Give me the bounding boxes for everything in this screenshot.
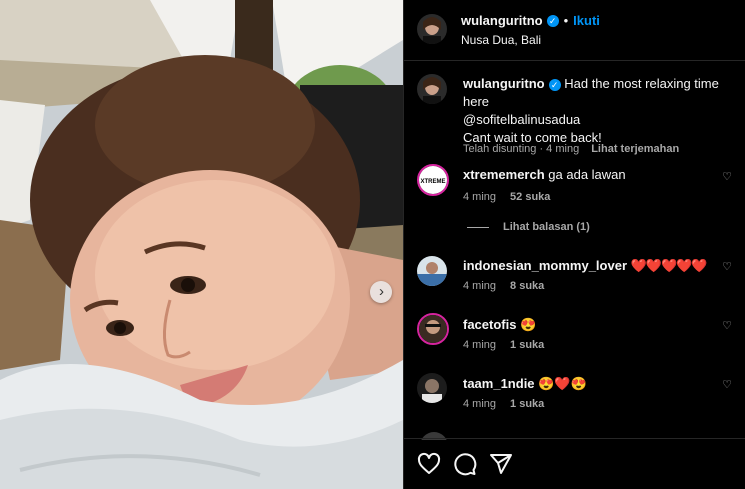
comment-body: ga ada lawan: [548, 167, 626, 182]
author-avatar[interactable]: [417, 14, 447, 44]
comment-text: xtrememerch ga ada lawan: [463, 166, 743, 184]
caption-meta: Telah disunting · 4 ming Lihat terjemahan: [463, 143, 680, 155]
replies-line: [467, 226, 489, 228]
post-photo[interactable]: ›: [0, 0, 403, 489]
comment-avatar[interactable]: [417, 373, 447, 403]
translate-link[interactable]: Lihat terjemahan: [591, 143, 679, 155]
share-icon[interactable]: [489, 452, 513, 476]
comment-meta: 4 ming 1 suka: [463, 339, 544, 351]
comment-icon[interactable]: [453, 452, 477, 476]
comment-item: indonesian_mommy_lover ❤️❤️❤️❤️❤️ 4 ming…: [404, 254, 745, 304]
chevron-right-icon: ›: [379, 282, 384, 300]
caption-item: wulanguritno ✓ Had the most relaxing time…: [404, 74, 745, 164]
view-replies-label: Lihat balasan (1): [503, 221, 590, 233]
comment-meta: 4 ming 1 suka: [463, 398, 544, 410]
comment-time[interactable]: 4 ming: [463, 398, 496, 410]
comments-list[interactable]: wulanguritno ✓ Had the most relaxing time…: [404, 62, 745, 440]
post-header: wulanguritno ✓ • Ikuti Nusa Dua, Bali: [404, 0, 745, 61]
caption-text: wulanguritno ✓ Had the most relaxing time…: [463, 75, 743, 147]
author-username[interactable]: wulanguritno: [461, 13, 543, 28]
comment-avatar[interactable]: [417, 313, 449, 345]
verified-icon: ✓: [548, 78, 561, 91]
next-photo-button[interactable]: ›: [370, 281, 392, 303]
comment-body: 😍: [520, 317, 537, 332]
heart-icon[interactable]: ♡: [722, 319, 732, 332]
post-actions-bar: [404, 438, 745, 489]
comment-time[interactable]: 4 ming: [463, 339, 496, 351]
comment-text: taam_1ndie 😍❤️😍: [463, 375, 743, 393]
heart-icon[interactable]: ♡: [722, 378, 732, 391]
comment-username[interactable]: taam_1ndie: [463, 376, 535, 391]
comment-username[interactable]: xtrememerch: [463, 167, 545, 182]
comment-username[interactable]: indonesian_mommy_lover: [463, 258, 627, 273]
separator-dot: •: [563, 13, 569, 28]
view-replies-button[interactable]: Lihat balasan (1): [467, 221, 590, 233]
comment-time[interactable]: 4 ming: [463, 191, 496, 203]
heart-icon[interactable]: ♡: [722, 260, 732, 273]
comment-body: ❤️❤️❤️❤️❤️: [630, 258, 708, 273]
comment-likes[interactable]: 1 suka: [510, 339, 544, 351]
comment-text: facetofis 😍: [463, 316, 743, 334]
comment-meta: 4 ming 52 suka: [463, 191, 550, 203]
caption-mention[interactable]: @sofitelbalinusadua: [463, 112, 580, 127]
caption-time[interactable]: 4 ming: [546, 143, 579, 155]
follow-button[interactable]: Ikuti: [573, 13, 600, 28]
comment-item: taam_1ndie 😍❤️😍 4 ming 1 suka ♡: [404, 372, 745, 422]
header-line: wulanguritno ✓ • Ikuti: [461, 12, 600, 30]
caption-author-avatar[interactable]: [417, 74, 447, 104]
comment-likes[interactable]: 1 suka: [510, 398, 544, 410]
comment-text: indonesian_mommy_lover ❤️❤️❤️❤️❤️: [463, 257, 743, 275]
heart-icon[interactable]: ♡: [722, 170, 732, 183]
comment-avatar[interactable]: XTREME: [417, 164, 449, 196]
selfie-image: [0, 0, 403, 489]
comment-username[interactable]: facetofis: [463, 317, 516, 332]
comment-body: 😍❤️😍: [538, 376, 587, 391]
comment-likes[interactable]: 8 suka: [510, 280, 544, 292]
post-location[interactable]: Nusa Dua, Bali: [461, 33, 541, 47]
comment-likes[interactable]: 52 suka: [510, 191, 550, 203]
comment-item: facetofis 😍 4 ming 1 suka ♡: [404, 312, 745, 362]
comment-meta: 4 ming 8 suka: [463, 280, 544, 292]
comment-time[interactable]: 4 ming: [463, 280, 496, 292]
caption-username[interactable]: wulanguritno: [463, 76, 545, 91]
post-side-panel: wulanguritno ✓ • Ikuti Nusa Dua, Bali wulan…: [403, 0, 745, 489]
avatar-logo-text: XTREME: [420, 179, 445, 185]
comment-avatar[interactable]: [417, 256, 447, 286]
caption-edited: Telah disunting: [463, 143, 537, 155]
heart-icon[interactable]: [417, 452, 441, 476]
verified-icon: ✓: [546, 14, 559, 27]
